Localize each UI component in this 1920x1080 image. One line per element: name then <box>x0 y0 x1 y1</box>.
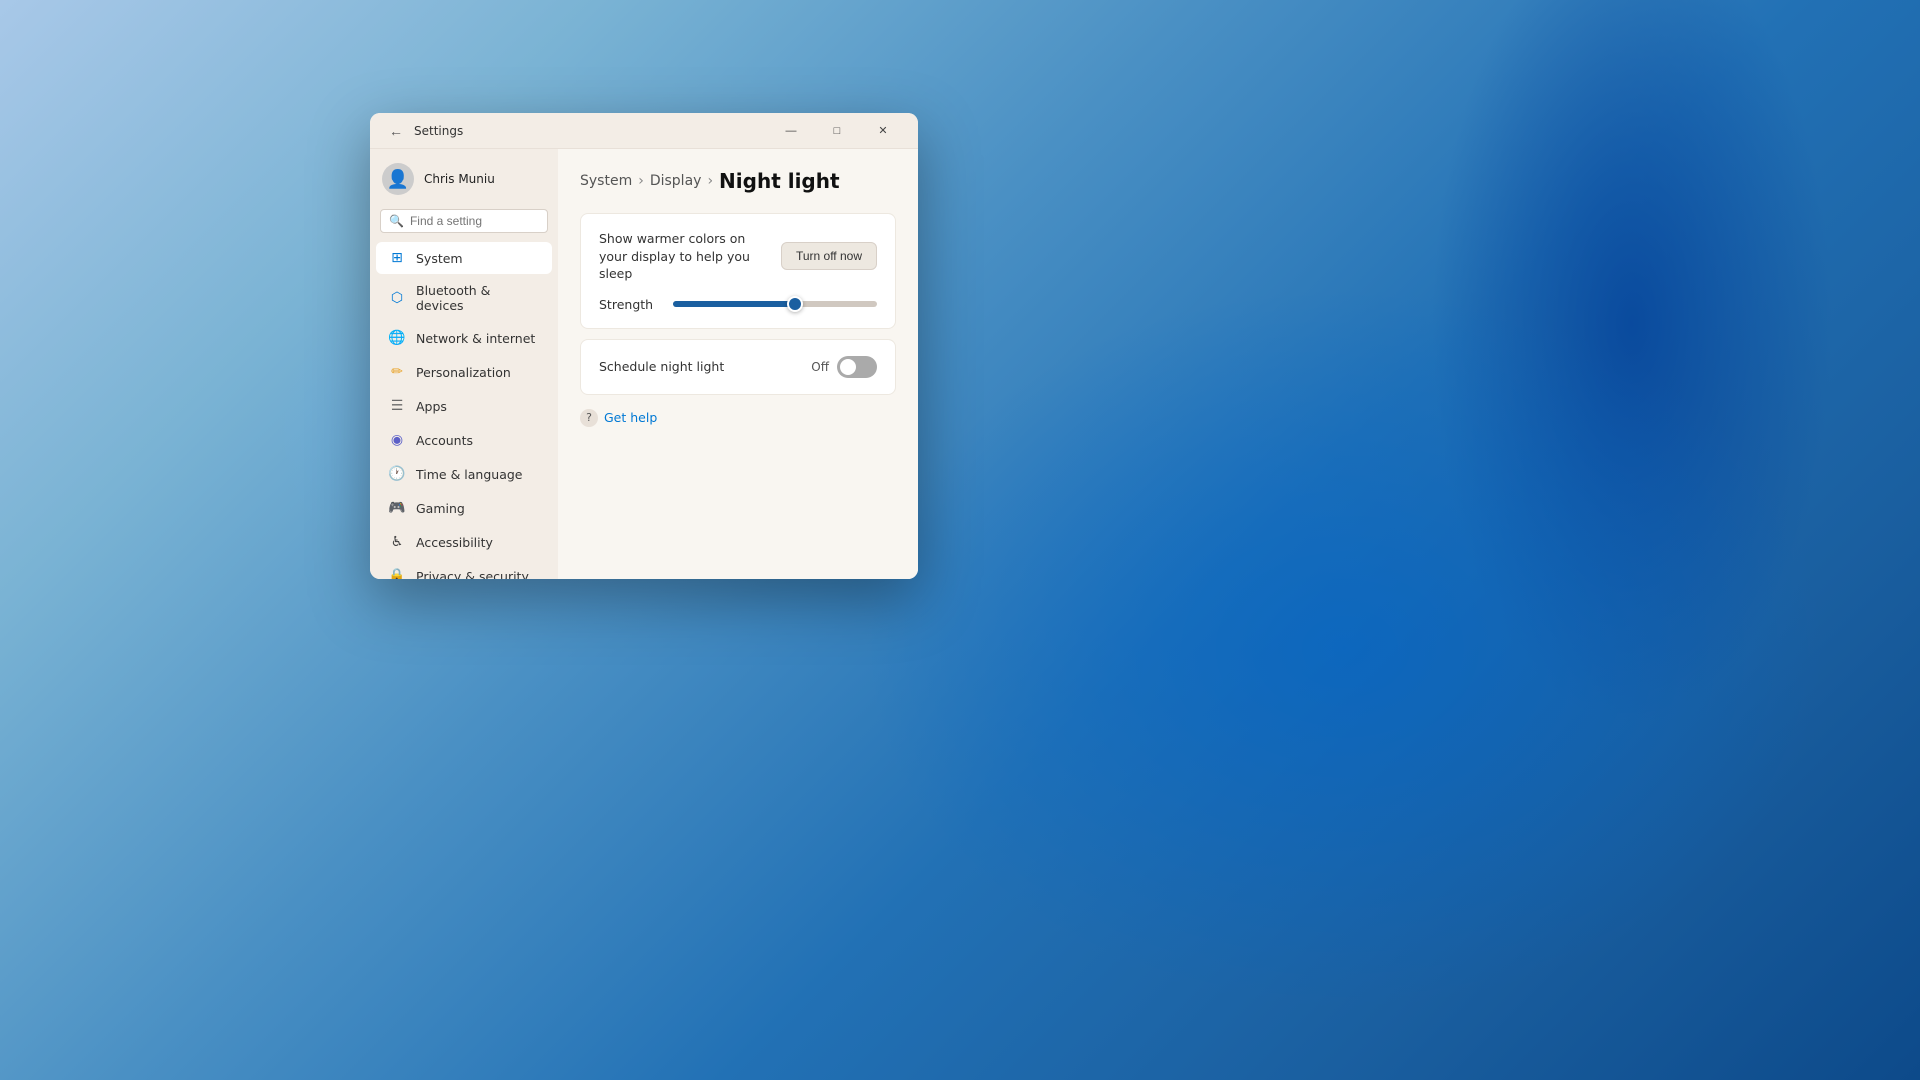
title-bar: ← Settings — □ ✕ <box>370 113 918 149</box>
sidebar-item-time[interactable]: 🕐 Time & language <box>376 458 552 490</box>
apps-icon: ☰ <box>388 397 406 415</box>
window-controls: — □ ✕ <box>768 113 906 149</box>
sidebar-item-label: Accessibility <box>416 535 493 550</box>
settings-window: ← Settings — □ ✕ 👤 Chris Muniu 🔍 ⊞ Syste… <box>370 113 918 579</box>
avatar: 👤 <box>382 163 414 195</box>
minimize-button[interactable]: — <box>768 113 814 149</box>
search-box[interactable]: 🔍 <box>380 209 548 233</box>
gaming-icon: 🎮 <box>388 499 406 517</box>
sidebar-item-network[interactable]: 🌐 Network & internet <box>376 322 552 354</box>
accessibility-icon: ♿ <box>388 533 406 551</box>
strength-slider-container[interactable] <box>673 301 877 307</box>
sidebar-item-label: Personalization <box>416 365 511 380</box>
toggle-off-label: Off <box>811 360 829 374</box>
sidebar: 👤 Chris Muniu 🔍 ⊞ System ⬡ Bluetooth & d… <box>370 149 558 579</box>
user-section: 👤 Chris Muniu <box>370 149 558 205</box>
breadcrumb: System › Display › Night light <box>580 169 896 193</box>
turn-off-button[interactable]: Turn off now <box>781 242 877 270</box>
back-button[interactable]: ← <box>382 117 410 145</box>
sidebar-item-bluetooth[interactable]: ⬡ Bluetooth & devices <box>376 276 552 320</box>
sidebar-item-label: Time & language <box>416 467 522 482</box>
window-body: 👤 Chris Muniu 🔍 ⊞ System ⬡ Bluetooth & d… <box>370 149 918 579</box>
search-input[interactable] <box>410 214 539 228</box>
toggle-group: Off <box>811 356 877 378</box>
sidebar-item-label: Privacy & security <box>416 569 529 580</box>
page-title: Night light <box>719 169 840 193</box>
sidebar-item-label: Accounts <box>416 433 473 448</box>
time-icon: 🕐 <box>388 465 406 483</box>
personalization-icon: ✏ <box>388 363 406 381</box>
system-icon: ⊞ <box>388 249 406 267</box>
breadcrumb-sep2: › <box>707 173 713 189</box>
accounts-icon: ◉ <box>388 431 406 449</box>
strength-label: Strength <box>599 297 659 312</box>
bluetooth-icon: ⬡ <box>388 289 406 307</box>
sidebar-item-personalization[interactable]: ✏ Personalization <box>376 356 552 388</box>
main-content: System › Display › Night light Show warm… <box>558 149 918 579</box>
sidebar-item-accessibility[interactable]: ♿ Accessibility <box>376 526 552 558</box>
warm-colors-row: Show warmer colors on your display to he… <box>599 230 877 283</box>
close-button[interactable]: ✕ <box>860 113 906 149</box>
breadcrumb-sep1: › <box>638 173 644 189</box>
get-help-link[interactable]: Get help <box>604 410 657 425</box>
breadcrumb-system[interactable]: System <box>580 173 632 189</box>
schedule-row: Schedule night light Off <box>599 356 877 378</box>
sidebar-item-apps[interactable]: ☰ Apps <box>376 390 552 422</box>
avatar-icon: 👤 <box>387 169 409 190</box>
privacy-icon: 🔒 <box>388 567 406 579</box>
toggle-thumb <box>840 359 856 375</box>
schedule-toggle[interactable] <box>837 356 877 378</box>
strength-row: Strength <box>599 283 877 312</box>
sidebar-item-label: Bluetooth & devices <box>416 283 540 313</box>
user-name: Chris Muniu <box>424 172 495 186</box>
sidebar-item-label: Network & internet <box>416 331 535 346</box>
breadcrumb-display[interactable]: Display <box>650 173 702 189</box>
get-help-row[interactable]: ? Get help <box>580 409 896 427</box>
sidebar-item-label: System <box>416 251 463 266</box>
search-icon: 🔍 <box>389 214 404 228</box>
warm-colors-card: Show warmer colors on your display to he… <box>580 213 896 329</box>
window-title: Settings <box>410 124 768 138</box>
sidebar-item-accounts[interactable]: ◉ Accounts <box>376 424 552 456</box>
schedule-label: Schedule night light <box>599 359 724 374</box>
network-icon: 🌐 <box>388 329 406 347</box>
sidebar-item-system[interactable]: ⊞ System <box>376 242 552 274</box>
schedule-night-light-card: Schedule night light Off <box>580 339 896 395</box>
sidebar-item-gaming[interactable]: 🎮 Gaming <box>376 492 552 524</box>
sidebar-item-label: Gaming <box>416 501 465 516</box>
sidebar-item-label: Apps <box>416 399 447 414</box>
maximize-button[interactable]: □ <box>814 113 860 149</box>
get-help-icon: ? <box>580 409 598 427</box>
sidebar-item-privacy[interactable]: 🔒 Privacy & security <box>376 560 552 579</box>
warm-colors-description: Show warmer colors on your display to he… <box>599 230 769 283</box>
